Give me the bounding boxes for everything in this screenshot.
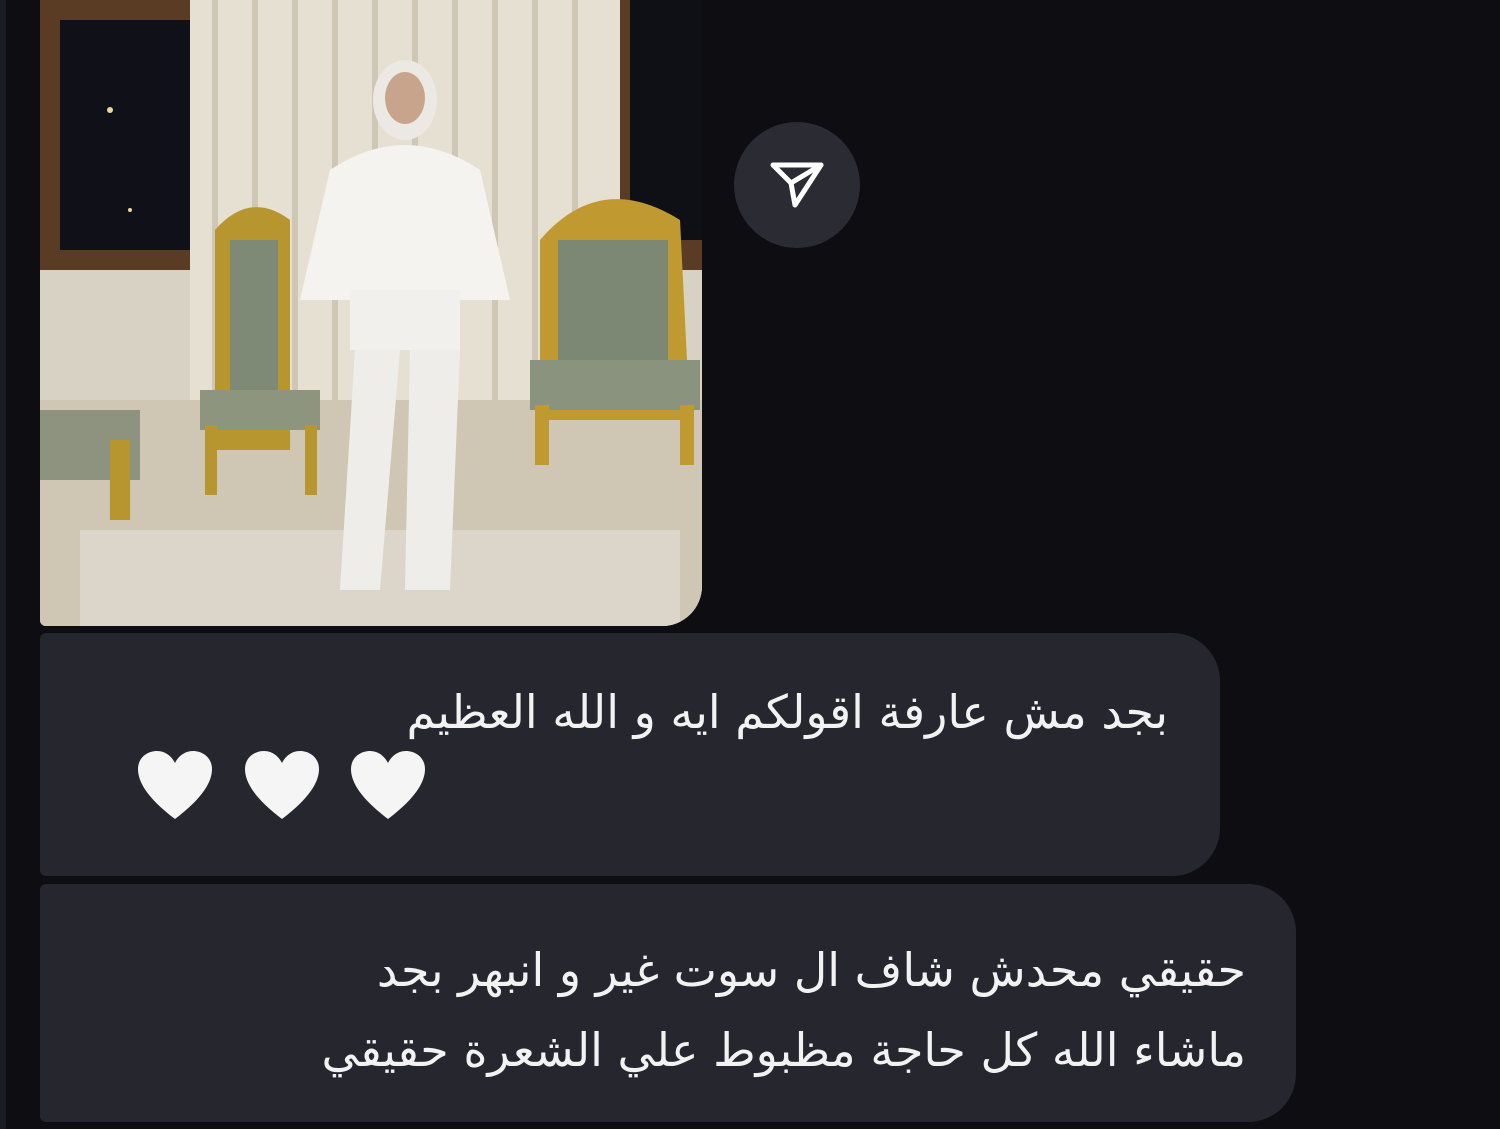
photo-image (40, 0, 702, 626)
white-heart-icon (244, 750, 319, 819)
emoji-row (136, 747, 1168, 823)
message-text-line-1: حقيقي محدش شاف ال سوت غير و انبهر بجد (376, 943, 1246, 997)
message-bubble[interactable]: بجد مش عارفة اقولكم ايه و الله العظيم (40, 633, 1220, 876)
send-icon (765, 151, 829, 219)
photo-message[interactable] (40, 0, 702, 626)
message-text: بجد مش عارفة اقولكم ايه و الله العظيم (406, 685, 1168, 739)
share-button[interactable] (734, 122, 860, 248)
left-edge-strip (0, 0, 6, 1129)
white-heart-icon (351, 750, 426, 819)
message-text-line-2: ماشاء الله كل حاجة مظبوط علي الشعرة حقيق… (321, 1023, 1246, 1077)
white-heart-icon (138, 750, 212, 819)
message-bubble[interactable]: حقيقي محدش شاف ال سوت غير و انبهر بجد ما… (40, 884, 1296, 1122)
chat-screen: بجد مش عارفة اقولكم ايه و الله العظيم حق… (0, 0, 1500, 1129)
